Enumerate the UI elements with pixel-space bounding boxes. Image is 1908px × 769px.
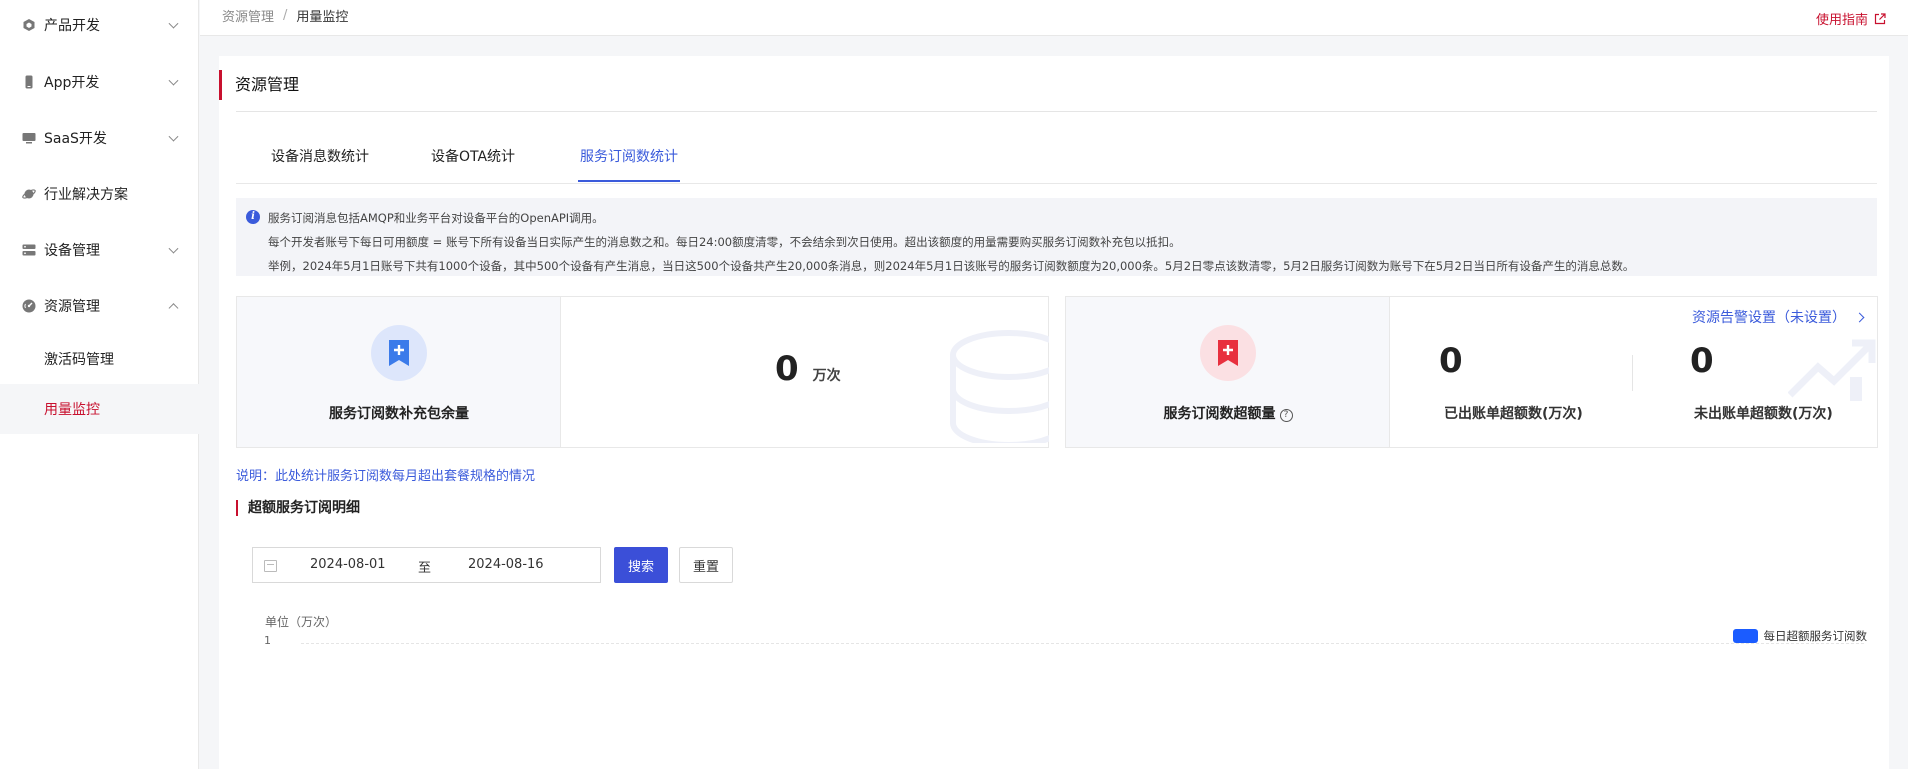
breadcrumb-item-resource-management[interactable]: 资源管理 (222, 6, 274, 25)
sidebar-subitem-activation-codes[interactable]: 激活码管理 (0, 334, 199, 384)
main-panel: 资源管理 设备消息数统计 设备OTA统计 服务订阅数统计 i 服务订阅消息包括A… (219, 56, 1889, 769)
tab-device-ota[interactable]: 设备OTA统计 (429, 146, 517, 182)
title-divider (236, 111, 1877, 112)
excess-card-header: 服务订阅数超额量? (1066, 297, 1390, 447)
page-title: 资源管理 (219, 70, 299, 100)
sidebar-item-label: 资源管理 (44, 299, 100, 315)
breadcrumb-item-usage-monitor: 用量监控 (296, 10, 349, 25)
alert-settings-link[interactable]: 资源告警设置（未设置） (1692, 307, 1865, 327)
tab-service-subscriptions[interactable]: 服务订阅数统计 (578, 146, 680, 182)
sidebar-subitem-usage-monitor[interactable]: 用量监控 (0, 384, 199, 434)
tab-label: 设备消息数统计 (271, 149, 369, 165)
sidebar-item-product-dev[interactable]: 产品开发 (0, 3, 199, 47)
info-icon: i (246, 210, 260, 224)
sidebar-item-label: SaaS开发 (44, 131, 107, 147)
monitor-icon (22, 131, 36, 145)
dashboard-icon (22, 299, 36, 313)
sidebar-item-saas-dev[interactable]: SaaS开发 (0, 116, 199, 160)
supplement-card: 服务订阅数补充包余量 0 万次 (236, 296, 1049, 448)
end-date-input[interactable]: 2024-08-16 (468, 557, 544, 572)
supplement-value-group: 0 万次 (775, 349, 841, 389)
supplement-label: 服务订阅数补充包余量 (329, 406, 469, 422)
database-watermark-icon (950, 330, 1049, 443)
chevron-down-icon (168, 75, 179, 86)
bookmark-plus-icon (371, 325, 427, 381)
chevron-up-icon (168, 303, 179, 314)
sidebar-item-label: App开发 (44, 75, 100, 91)
date-range-picker[interactable]: 2024-08-01 至 2024-08-16 (252, 547, 601, 583)
tab-label: 服务订阅数统计 (580, 149, 678, 165)
supplement-card-header: 服务订阅数补充包余量 (237, 297, 561, 447)
sidebar-item-app-dev[interactable]: App开发 (0, 60, 199, 104)
start-date-input[interactable]: 2024-08-01 (310, 557, 386, 572)
phone-icon (22, 75, 36, 89)
chart-unit-label: 单位（万次） (265, 615, 338, 629)
excess-label: 服务订阅数超额量 (1163, 406, 1276, 422)
chevron-right-icon (1854, 312, 1865, 322)
help-icon[interactable]: ? (1279, 409, 1293, 422)
calendar-icon (264, 560, 277, 572)
bookmark-plus-icon (1200, 325, 1256, 381)
excess-label-group: 服务订阅数超额量? (1066, 403, 1390, 423)
sidebar: 产品开发 App开发 SaaS开发 行业解决方案 设备管理 资源管理 激活码管理… (0, 0, 199, 769)
sidebar-item-resource-management[interactable]: 资源管理 (0, 284, 199, 328)
legend-swatch (1732, 629, 1758, 643)
notice-line: 服务订阅消息包括AMQP和业务平台对设备平台的OpenAPI调用。 (268, 211, 604, 225)
chevron-down-icon (168, 18, 179, 29)
billed-excess-value: 0 (1439, 341, 1463, 381)
alert-settings-label: 资源告警设置（未设置） (1692, 310, 1846, 326)
server-icon (22, 243, 36, 257)
cube-icon (22, 18, 36, 32)
chart-gridline (301, 643, 1864, 644)
legend-label: 每日超额服务订阅数 (1763, 629, 1868, 643)
tab-divider (236, 183, 1877, 184)
sidebar-item-label: 行业解决方案 (44, 187, 128, 203)
notice-line: 举例，2024年5月1日账号下共有1000个设备，其中500个设备有产生消息，当… (268, 259, 1635, 273)
breadcrumb-separator: / (283, 8, 288, 23)
unbilled-excess-value: 0 (1690, 341, 1714, 381)
search-button[interactable]: 搜索 (614, 547, 668, 583)
info-notice: i 服务订阅消息包括AMQP和业务平台对设备平台的OpenAPI调用。 每个开发… (236, 198, 1877, 276)
billed-excess-label: 已出账单超额数(万次) (1444, 406, 1583, 422)
supplement-unit: 万次 (812, 368, 841, 384)
sidebar-item-label: 产品开发 (44, 18, 100, 34)
y-axis-tick: 1 (264, 634, 271, 647)
planet-icon (22, 187, 36, 201)
sidebar-item-device-management[interactable]: 设备管理 (0, 228, 199, 272)
trend-watermark-icon (1788, 339, 1876, 401)
statistics-description: 说明：此处统计服务订阅数每月超出套餐规格的情况 (236, 469, 536, 484)
chevron-down-icon (168, 131, 179, 142)
sidebar-subitem-label: 用量监控 (44, 402, 100, 418)
supplement-value: 0 (775, 349, 799, 389)
tab-label: 设备OTA统计 (430, 149, 516, 165)
user-guide-link[interactable]: 使用指南 (1816, 9, 1886, 28)
external-link-icon (1874, 12, 1886, 24)
tab-device-messages[interactable]: 设备消息数统计 (269, 146, 371, 182)
reset-button[interactable]: 重置 (679, 547, 733, 583)
user-guide-label: 使用指南 (1815, 13, 1868, 28)
section-title: 超额服务订阅明细 (236, 500, 360, 516)
sidebar-item-industry-solutions[interactable]: 行业解决方案 (0, 172, 199, 216)
sidebar-item-label: 设备管理 (44, 243, 100, 259)
notice-line: 每个开发者账号下每日可用额度 = 账号下所有设备当日实际产生的消息数之和。每日2… (268, 235, 1181, 249)
excess-card: 服务订阅数超额量? 资源告警设置（未设置） 0 已出账单超额数(万次) 0 未出… (1065, 296, 1878, 448)
unbilled-excess-label: 未出账单超额数(万次) (1694, 406, 1833, 422)
date-range-separator: 至 (418, 561, 432, 576)
breadcrumb: 资源管理 / 用量监控 (222, 6, 348, 25)
topbar: 资源管理 / 用量监控 使用指南 (200, 0, 1908, 36)
sidebar-subitem-label: 激活码管理 (44, 352, 114, 368)
chart-legend[interactable]: 每日超额服务订阅数 (1732, 628, 1868, 644)
chevron-down-icon (168, 243, 179, 254)
metric-divider (1632, 355, 1633, 391)
